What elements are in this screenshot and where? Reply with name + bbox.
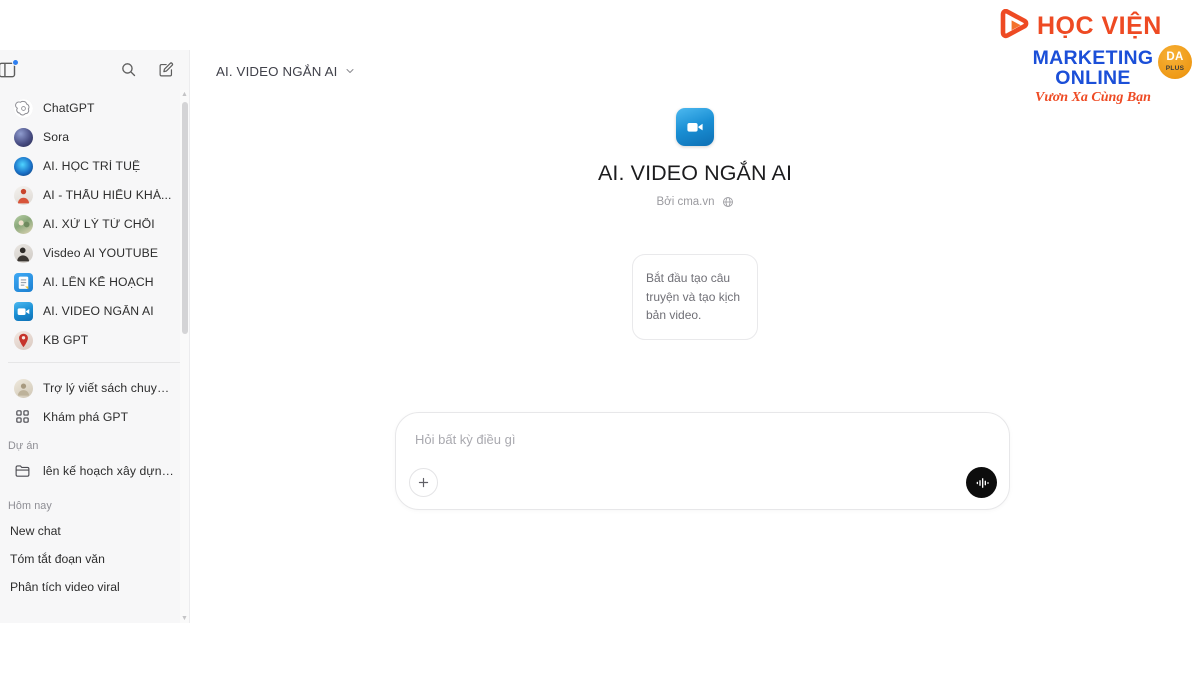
sidebar-item-ai-len-ke-hoach[interactable]: AI. LÊN KẾ HOẠCH — [4, 268, 184, 297]
sidebar-item-tro-ly-viet-sach[interactable]: Trợ lý viết sách chuyê... — [4, 374, 184, 403]
scroll-down-arrow-icon[interactable]: ▼ — [180, 614, 189, 623]
suggestion-card[interactable]: Bắt đầu tạo câu truyện và tạo kịch bản v… — [632, 254, 758, 340]
sidebar-item-label: AI. LÊN KẾ HOẠCH — [43, 276, 154, 289]
screenshot-root: ChatGPT Sora AI. HỌC TRÍ TUỆ AI - THẤU H… — [0, 0, 1200, 675]
sidebar-item-chatgpt[interactable]: ChatGPT — [4, 94, 184, 123]
project-item-len-ke-hoach[interactable]: lên kế hoạch xây dựng k... — [4, 457, 184, 486]
sidebar-toggle-icon[interactable] — [0, 58, 20, 82]
red-figure-avatar — [14, 331, 33, 350]
brand-line1: HỌC VIỆN — [1037, 11, 1162, 40]
main-header: AI. VIDEO NGẮN AI — [190, 50, 1200, 92]
sidebar-item-label: ChatGPT — [43, 102, 95, 115]
grid-apps-icon — [14, 408, 33, 427]
chat-history-item[interactable]: Phân tích video viral — [2, 573, 184, 601]
sidebar: ChatGPT Sora AI. HỌC TRÍ TUỆ AI - THẤU H… — [0, 50, 190, 623]
scrollbar-thumb[interactable] — [181, 102, 188, 334]
search-icon[interactable] — [116, 57, 140, 81]
clipboard-avatar — [14, 273, 33, 292]
sidebar-item-label: AI. XỬ LÝ TỪ CHỐI — [43, 218, 155, 231]
sidebar-header-actions — [116, 57, 178, 81]
gpt-display-name: AI. VIDEO NGẮN AI — [597, 161, 793, 185]
sidebar-divider — [8, 362, 180, 363]
gpt-list: ChatGPT Sora AI. HỌC TRÍ TUỆ AI - THẤU H… — [0, 90, 190, 355]
play-logo-mark — [998, 8, 1034, 43]
video-camera-icon — [676, 108, 714, 146]
video-camera-avatar — [14, 302, 33, 321]
sidebar-item-ai-hoc-tri-tue[interactable]: AI. HỌC TRÍ TUỆ — [4, 152, 184, 181]
search-input[interactable] — [415, 432, 975, 447]
sidebar-item-label: AI - THẤU HIỂU KHÁ... — [43, 189, 172, 202]
person-dark-avatar — [14, 244, 33, 263]
sidebar-item-visdeo-ai-youtube[interactable]: Visdeo AI YOUTUBE — [4, 239, 184, 268]
chat-history-item[interactable]: Tóm tắt đoạn văn — [2, 545, 184, 573]
secondary-list: Trợ lý viết sách chuyê... Khám phá GPT — [0, 370, 190, 432]
globe-icon — [722, 196, 734, 208]
chatgpt-logo-avatar — [14, 99, 33, 118]
voice-waveform-icon[interactable] — [966, 467, 997, 498]
sidebar-item-label: KB GPT — [43, 334, 89, 347]
sidebar-item-ai-thau-hieu-kha[interactable]: AI - THẤU HIỂU KHÁ... — [4, 181, 184, 210]
brand-top-row: HỌC VIỆN — [998, 6, 1188, 46]
message-composer — [395, 412, 1010, 510]
gpt-byline: Bởi cma.vn — [656, 196, 733, 208]
sidebar-item-label: AI. HỌC TRÍ TUỆ — [43, 160, 141, 173]
sidebar-item-label: AI. VIDEO NGẮN AI — [43, 305, 154, 318]
projects-section-title: Dự án — [8, 440, 39, 452]
gpt-welcome-block: AI. VIDEO NGẮN AI Bởi cma.vn Bắt đầu tạo… — [190, 108, 1200, 340]
chat-history-item[interactable]: New chat — [2, 517, 184, 545]
illustration-avatar — [14, 215, 33, 234]
main-content: AI. VIDEO NGẮN AI AI. VIDEO NGẮN AI Bởi … — [190, 50, 1200, 623]
sidebar-item-label: Visdeo AI YOUTUBE — [43, 247, 159, 260]
gpt-byline-text: Bởi cma.vn — [656, 196, 715, 208]
sidebar-item-kham-pha-gpt[interactable]: Khám phá GPT — [4, 403, 184, 432]
compose-new-chat-icon[interactable] — [154, 57, 178, 81]
page-title: AI. VIDEO NGẮN AI — [216, 63, 338, 79]
sidebar-item-ai-video-ngan-ai[interactable]: AI. VIDEO NGẮN AI — [4, 297, 184, 326]
history-section-title: Hôm nay — [8, 500, 52, 512]
gpt-title-dropdown[interactable]: AI. VIDEO NGẮN AI — [208, 60, 364, 83]
sidebar-item-sora[interactable]: Sora — [4, 123, 184, 152]
sidebar-item-label: Sora — [43, 131, 70, 144]
sidebar-item-label: Khám phá GPT — [43, 411, 129, 424]
plus-icon[interactable] — [409, 468, 438, 497]
book-assistant-avatar — [14, 379, 33, 398]
sora-avatar — [14, 128, 33, 147]
sidebar-item-ai-xu-ly-tu-choi[interactable]: AI. XỬ LÝ TỪ CHỐI — [4, 210, 184, 239]
folder-icon — [14, 462, 33, 481]
brain-avatar — [14, 157, 33, 176]
chevron-down-icon — [344, 65, 356, 77]
sidebar-scrollbar[interactable]: ▲ ▼ — [180, 90, 189, 623]
notification-dot — [12, 59, 19, 66]
sidebar-item-label: Trợ lý viết sách chuyê... — [43, 382, 174, 395]
sidebar-scroll-area[interactable]: ChatGPT Sora AI. HỌC TRÍ TUỆ AI - THẤU H… — [0, 90, 190, 623]
person-red-avatar — [14, 186, 33, 205]
chatgpt-app-window: ChatGPT Sora AI. HỌC TRÍ TUỆ AI - THẤU H… — [0, 50, 1200, 623]
sidebar-header — [0, 50, 190, 90]
sidebar-item-kb-gpt[interactable]: KB GPT — [4, 326, 184, 355]
project-item-label: lên kế hoạch xây dựng k... — [43, 465, 174, 478]
scroll-up-arrow-icon[interactable]: ▲ — [180, 90, 189, 99]
